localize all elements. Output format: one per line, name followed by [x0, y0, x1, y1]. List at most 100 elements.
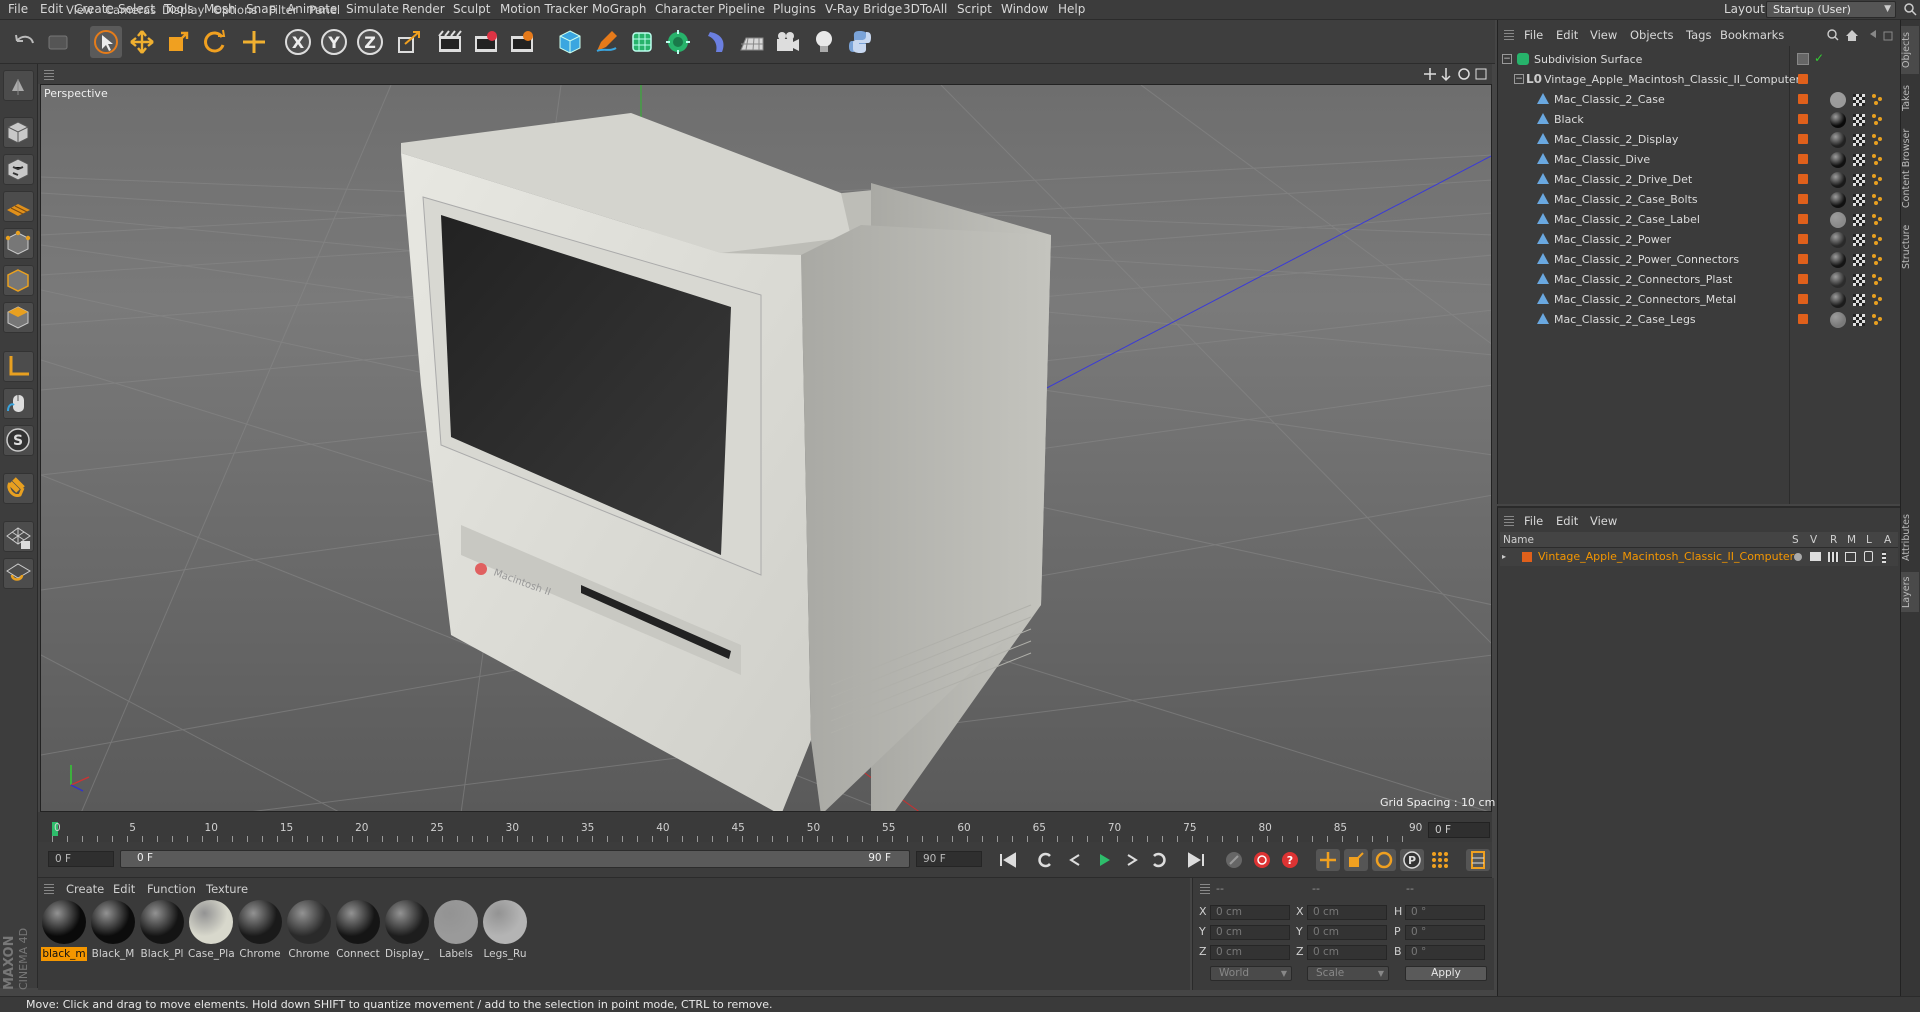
viewport-menu-view[interactable]: View — [66, 3, 93, 17]
layer-color-icon[interactable] — [1798, 74, 1808, 84]
axis-mode-icon[interactable] — [3, 351, 34, 382]
uvw-tag-icon[interactable] — [1853, 174, 1865, 186]
material-preview[interactable] — [140, 900, 184, 944]
material-item[interactable]: Display_ — [384, 899, 430, 961]
render-view-icon[interactable] — [434, 26, 466, 58]
material-item[interactable]: Black_M — [90, 899, 136, 961]
phong-tag-icon[interactable] — [1871, 113, 1883, 125]
phong-tag-icon[interactable] — [1871, 93, 1883, 105]
layer-menu-file[interactable]: File — [1524, 514, 1543, 528]
object-menu-tags[interactable]: Tags — [1686, 28, 1711, 42]
manager-icon[interactable] — [1845, 552, 1856, 562]
position-x-field[interactable]: 0 cm — [1210, 905, 1290, 920]
tab-layers[interactable]: Layers — [1901, 572, 1919, 612]
redo-icon[interactable] — [42, 26, 74, 58]
material-preview[interactable] — [287, 900, 331, 944]
material-preview[interactable] — [483, 900, 527, 944]
layer-col-manager[interactable]: M — [1847, 534, 1856, 546]
object-row[interactable]: Mac_Classic_2_Case_Bolts — [1500, 190, 1898, 210]
menu-pipeline[interactable]: Pipeline — [718, 2, 765, 16]
layer-col-animation[interactable]: A — [1884, 534, 1891, 546]
phong-tag-icon[interactable] — [1871, 233, 1883, 245]
collapse-icon[interactable]: − — [1502, 54, 1512, 64]
phong-tag-icon[interactable] — [1871, 313, 1883, 325]
solo-icon[interactable] — [1794, 553, 1802, 561]
layer-color-icon[interactable] — [1798, 154, 1808, 164]
object-row[interactable]: Mac_Classic_2_Power — [1500, 230, 1898, 250]
object-row[interactable]: Mac_Classic_2_Case_Label — [1500, 210, 1898, 230]
viewport-menu-filter[interactable]: Filter — [269, 3, 297, 17]
object-row-subdivision-surface[interactable]: − Subdivision Surface ✓ — [1500, 50, 1898, 70]
phong-tag-icon[interactable] — [1871, 173, 1883, 185]
coordinate-system-icon[interactable] — [393, 26, 425, 58]
key-pla-icon[interactable] — [1428, 849, 1452, 871]
layout-select[interactable]: Startup (User) ▼ — [1766, 1, 1896, 18]
layer-col-name[interactable]: Name — [1503, 534, 1534, 546]
layer-color-icon[interactable] — [1798, 94, 1808, 104]
layer-menu-edit[interactable]: Edit — [1556, 514, 1578, 528]
snap-icon[interactable]: S — [3, 425, 34, 456]
rotate-icon[interactable] — [198, 26, 230, 58]
layer-color-icon[interactable] — [1798, 114, 1808, 124]
position-z-field[interactable]: 0 cm — [1210, 945, 1290, 960]
points-mode-icon[interactable] — [3, 228, 34, 259]
material-preview[interactable] — [91, 900, 135, 944]
uvw-tag-icon[interactable] — [1853, 234, 1865, 246]
size-mode-select[interactable]: Scale ▼ — [1307, 966, 1389, 981]
material-tag-icon[interactable] — [1830, 132, 1846, 148]
menu-render[interactable]: Render — [402, 2, 445, 16]
uvw-tag-icon[interactable] — [1853, 314, 1865, 326]
uvw-tag-icon[interactable] — [1853, 154, 1865, 166]
material-preview[interactable] — [336, 900, 380, 944]
floor-icon[interactable] — [736, 26, 768, 58]
magnet-icon[interactable] — [3, 473, 34, 504]
object-row[interactable]: Mac_Classic_2_Connectors_Metal — [1500, 290, 1898, 310]
menu-window[interactable]: Window — [1001, 2, 1048, 16]
texture-mode-icon[interactable] — [3, 154, 34, 185]
size-z-field[interactable]: 0 cm — [1307, 945, 1387, 960]
move-icon[interactable] — [126, 26, 158, 58]
play-icon[interactable] — [1092, 849, 1116, 871]
viewport-nav-icons[interactable] — [1424, 66, 1488, 82]
material-menu-create[interactable]: Create — [66, 882, 104, 896]
menu-3dtoall[interactable]: 3DToAll — [903, 2, 947, 16]
material-tag-icon[interactable] — [1830, 192, 1846, 208]
workplane-lock-icon[interactable] — [3, 521, 34, 552]
uvw-tag-icon[interactable] — [1853, 214, 1865, 226]
phong-tag-icon[interactable] — [1871, 273, 1883, 285]
uvw-tag-icon[interactable] — [1853, 94, 1865, 106]
viewport-menu-display[interactable]: Display — [162, 3, 204, 17]
key-scale-icon[interactable] — [1344, 849, 1368, 871]
material-item[interactable]: black_m — [41, 899, 87, 961]
object-row-group[interactable]: − L0 Vintage_Apple_Macintosh_Classic_II_… — [1500, 70, 1898, 90]
record-active-icon[interactable] — [1250, 849, 1274, 871]
layer-color-icon[interactable] — [1798, 174, 1808, 184]
phong-tag-icon[interactable] — [1871, 293, 1883, 305]
material-tag-icon[interactable] — [1830, 212, 1846, 228]
material-item[interactable]: Chrome — [286, 899, 332, 961]
render-picture-viewer-icon[interactable] — [470, 26, 502, 58]
menu-plugins[interactable]: Plugins — [773, 2, 816, 16]
layer-col-solo[interactable]: S — [1792, 534, 1799, 546]
phong-tag-icon[interactable] — [1871, 133, 1883, 145]
material-tag-icon[interactable] — [1830, 152, 1846, 168]
subdivision-icon[interactable] — [626, 26, 658, 58]
material-item[interactable]: Labels — [433, 899, 479, 961]
menu-mograph[interactable]: MoGraph — [592, 2, 647, 16]
rotation-p-field[interactable]: 0 ° — [1405, 925, 1485, 940]
deformer-icon[interactable] — [700, 26, 732, 58]
layer-color-icon[interactable] — [1798, 274, 1808, 284]
menu-help[interactable]: Help — [1058, 2, 1085, 16]
object-row[interactable]: Mac_Classic_2_Drive_Det — [1500, 170, 1898, 190]
menu-character[interactable]: Character — [655, 2, 714, 16]
phong-tag-icon[interactable] — [1871, 153, 1883, 165]
key-position-icon[interactable] — [1316, 849, 1340, 871]
pen-icon[interactable] — [590, 26, 622, 58]
tab-content-browser[interactable]: Content Browser — [1901, 122, 1919, 214]
material-preview[interactable] — [434, 900, 478, 944]
material-tag-icon[interactable] — [1830, 92, 1846, 108]
material-tag-icon[interactable] — [1830, 112, 1846, 128]
position-y-field[interactable]: 0 cm — [1210, 925, 1290, 940]
go-to-end-icon[interactable] — [1184, 849, 1208, 871]
material-tag-icon[interactable] — [1830, 272, 1846, 288]
